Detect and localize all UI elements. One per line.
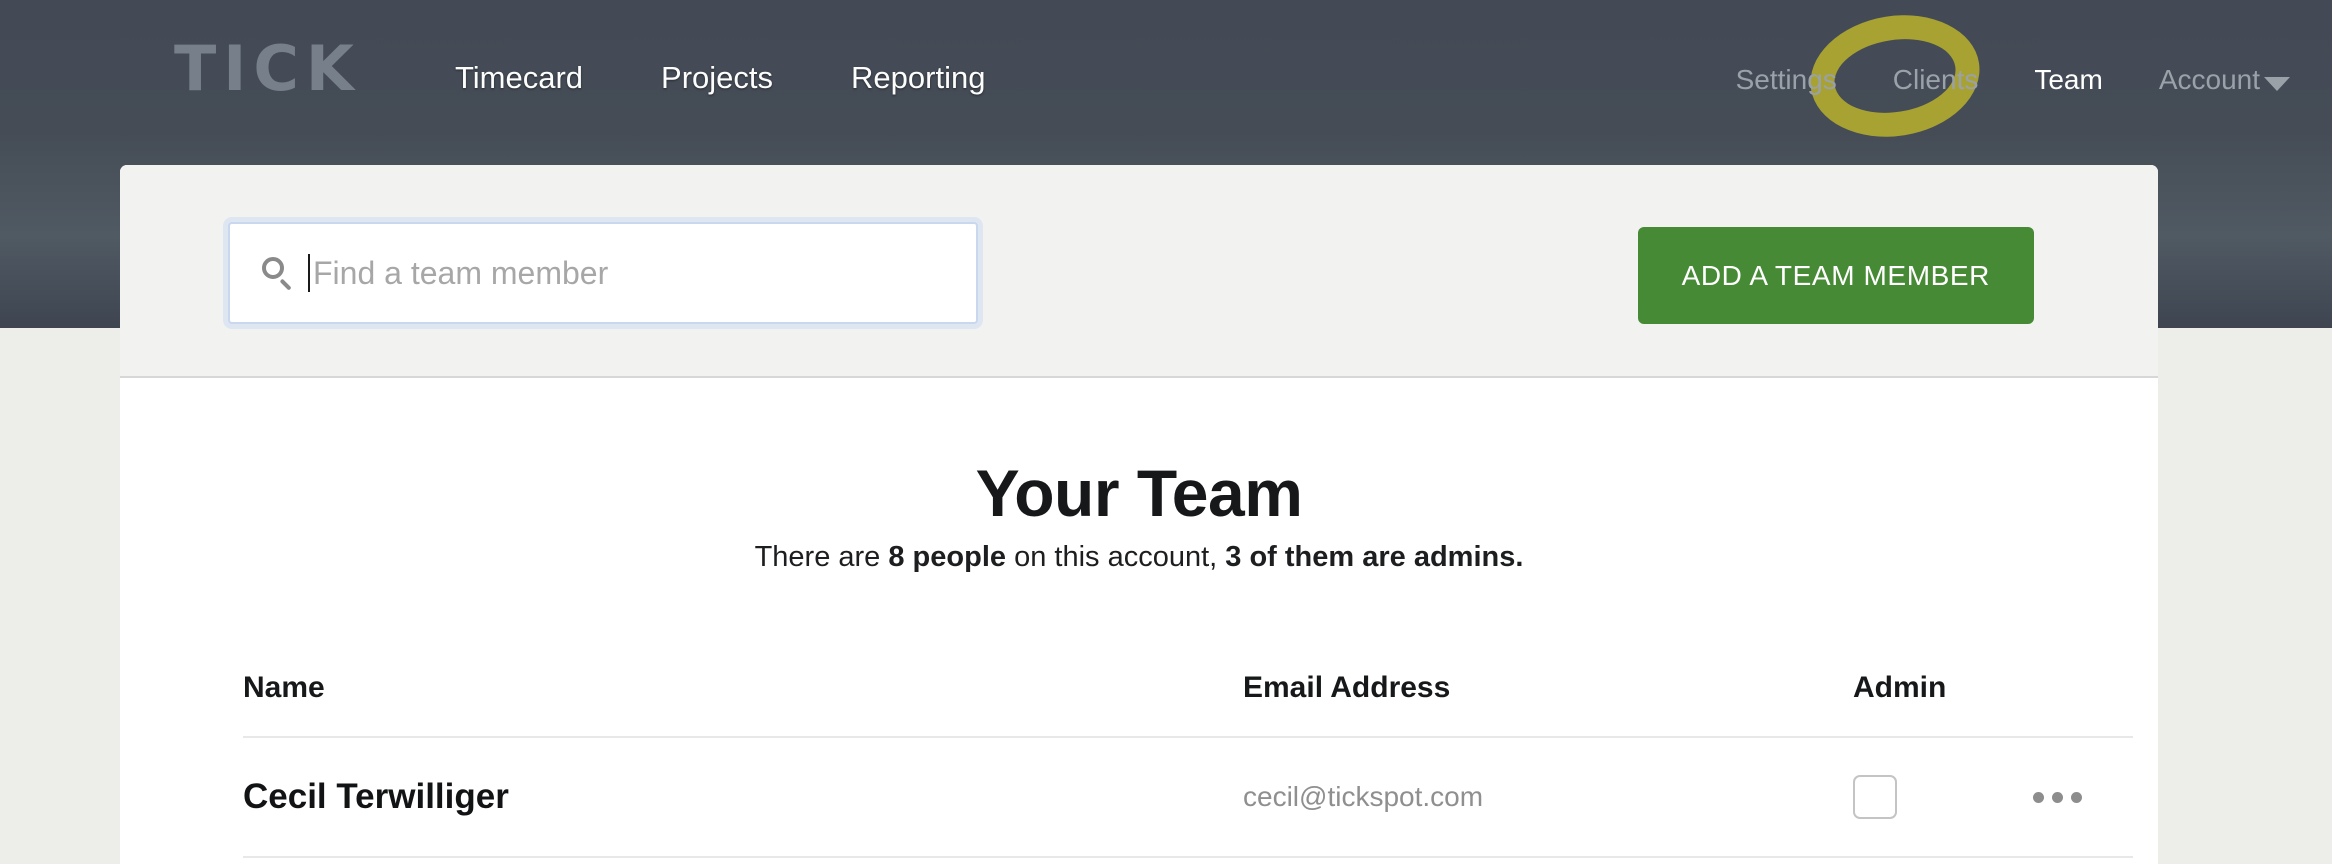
team-page-card: Find a team member ADD A TEAM MEMBER You… <box>120 165 2158 864</box>
admin-cell <box>1853 737 2033 858</box>
member-email: kent@tickspot.com <box>1243 857 1853 864</box>
text-cursor <box>308 254 310 292</box>
subtitle-prefix: There are <box>754 541 889 573</box>
nav-item-account-label: Account <box>2158 64 2260 95</box>
card-body: Your Team There are 8 people on this acc… <box>120 455 2158 864</box>
subtitle-people-count: 8 people <box>888 541 1007 573</box>
search-input[interactable]: Find a team member <box>313 255 608 292</box>
column-header-admin: Admin <box>1853 671 2033 738</box>
card-toolbar: Find a team member ADD A TEAM MEMBER <box>120 165 2158 378</box>
nav-item-projects[interactable]: Projects <box>661 60 773 96</box>
main-navigation: TICK Timecard Projects Reporting Setting… <box>0 0 2332 170</box>
search-input-wrapper[interactable]: Find a team member <box>228 222 978 324</box>
page-subtitle: There are 8 people on this account, 3 of… <box>120 541 2158 574</box>
primary-nav: Timecard Projects Reporting <box>455 60 985 96</box>
row-actions-cell <box>2033 857 2133 864</box>
member-name: Cecil Terwilliger <box>243 737 1243 858</box>
nav-item-reporting[interactable]: Reporting <box>851 60 985 96</box>
member-name: Kent Brockman <box>243 857 1243 864</box>
nav-item-timecard[interactable]: Timecard <box>455 60 583 96</box>
subtitle-middle: on this account, <box>1006 541 1226 573</box>
table-header-row: Name Email Address Admin <box>243 671 2133 738</box>
nav-item-team[interactable]: Team <box>2034 64 2102 96</box>
admin-cell <box>1853 857 2033 864</box>
member-email: cecil@tickspot.com <box>1243 737 1853 858</box>
chevron-down-icon <box>2264 77 2290 91</box>
table-row: Kent Brockman kent@tickspot.com <box>243 857 2133 864</box>
add-team-member-button[interactable]: ADD A TEAM MEMBER <box>1637 227 2034 324</box>
nav-item-settings[interactable]: Settings <box>1736 64 1837 96</box>
search-icon <box>260 256 294 291</box>
team-table: Name Email Address Admin Cecil Terwillig… <box>243 671 2133 864</box>
nav-item-account[interactable]: Account <box>2159 64 2290 96</box>
nav-item-clients[interactable]: Clients <box>1893 64 1979 96</box>
row-actions-cell <box>2033 737 2133 858</box>
page-title: Your Team <box>975 456 1303 530</box>
column-header-name: Name <box>243 671 1243 738</box>
secondary-nav: Settings Clients Team Account <box>1736 64 2290 96</box>
tick-logo[interactable]: TICK <box>174 38 361 100</box>
column-header-menu <box>2033 671 2133 738</box>
admin-checkbox[interactable] <box>1853 775 1897 819</box>
ellipsis-icon[interactable] <box>2033 791 2091 803</box>
column-header-email: Email Address <box>1243 671 1853 738</box>
table-row: Cecil Terwilliger cecil@tickspot.com <box>243 737 2133 858</box>
subtitle-admin-count: 3 of them are admins. <box>1225 541 1524 573</box>
